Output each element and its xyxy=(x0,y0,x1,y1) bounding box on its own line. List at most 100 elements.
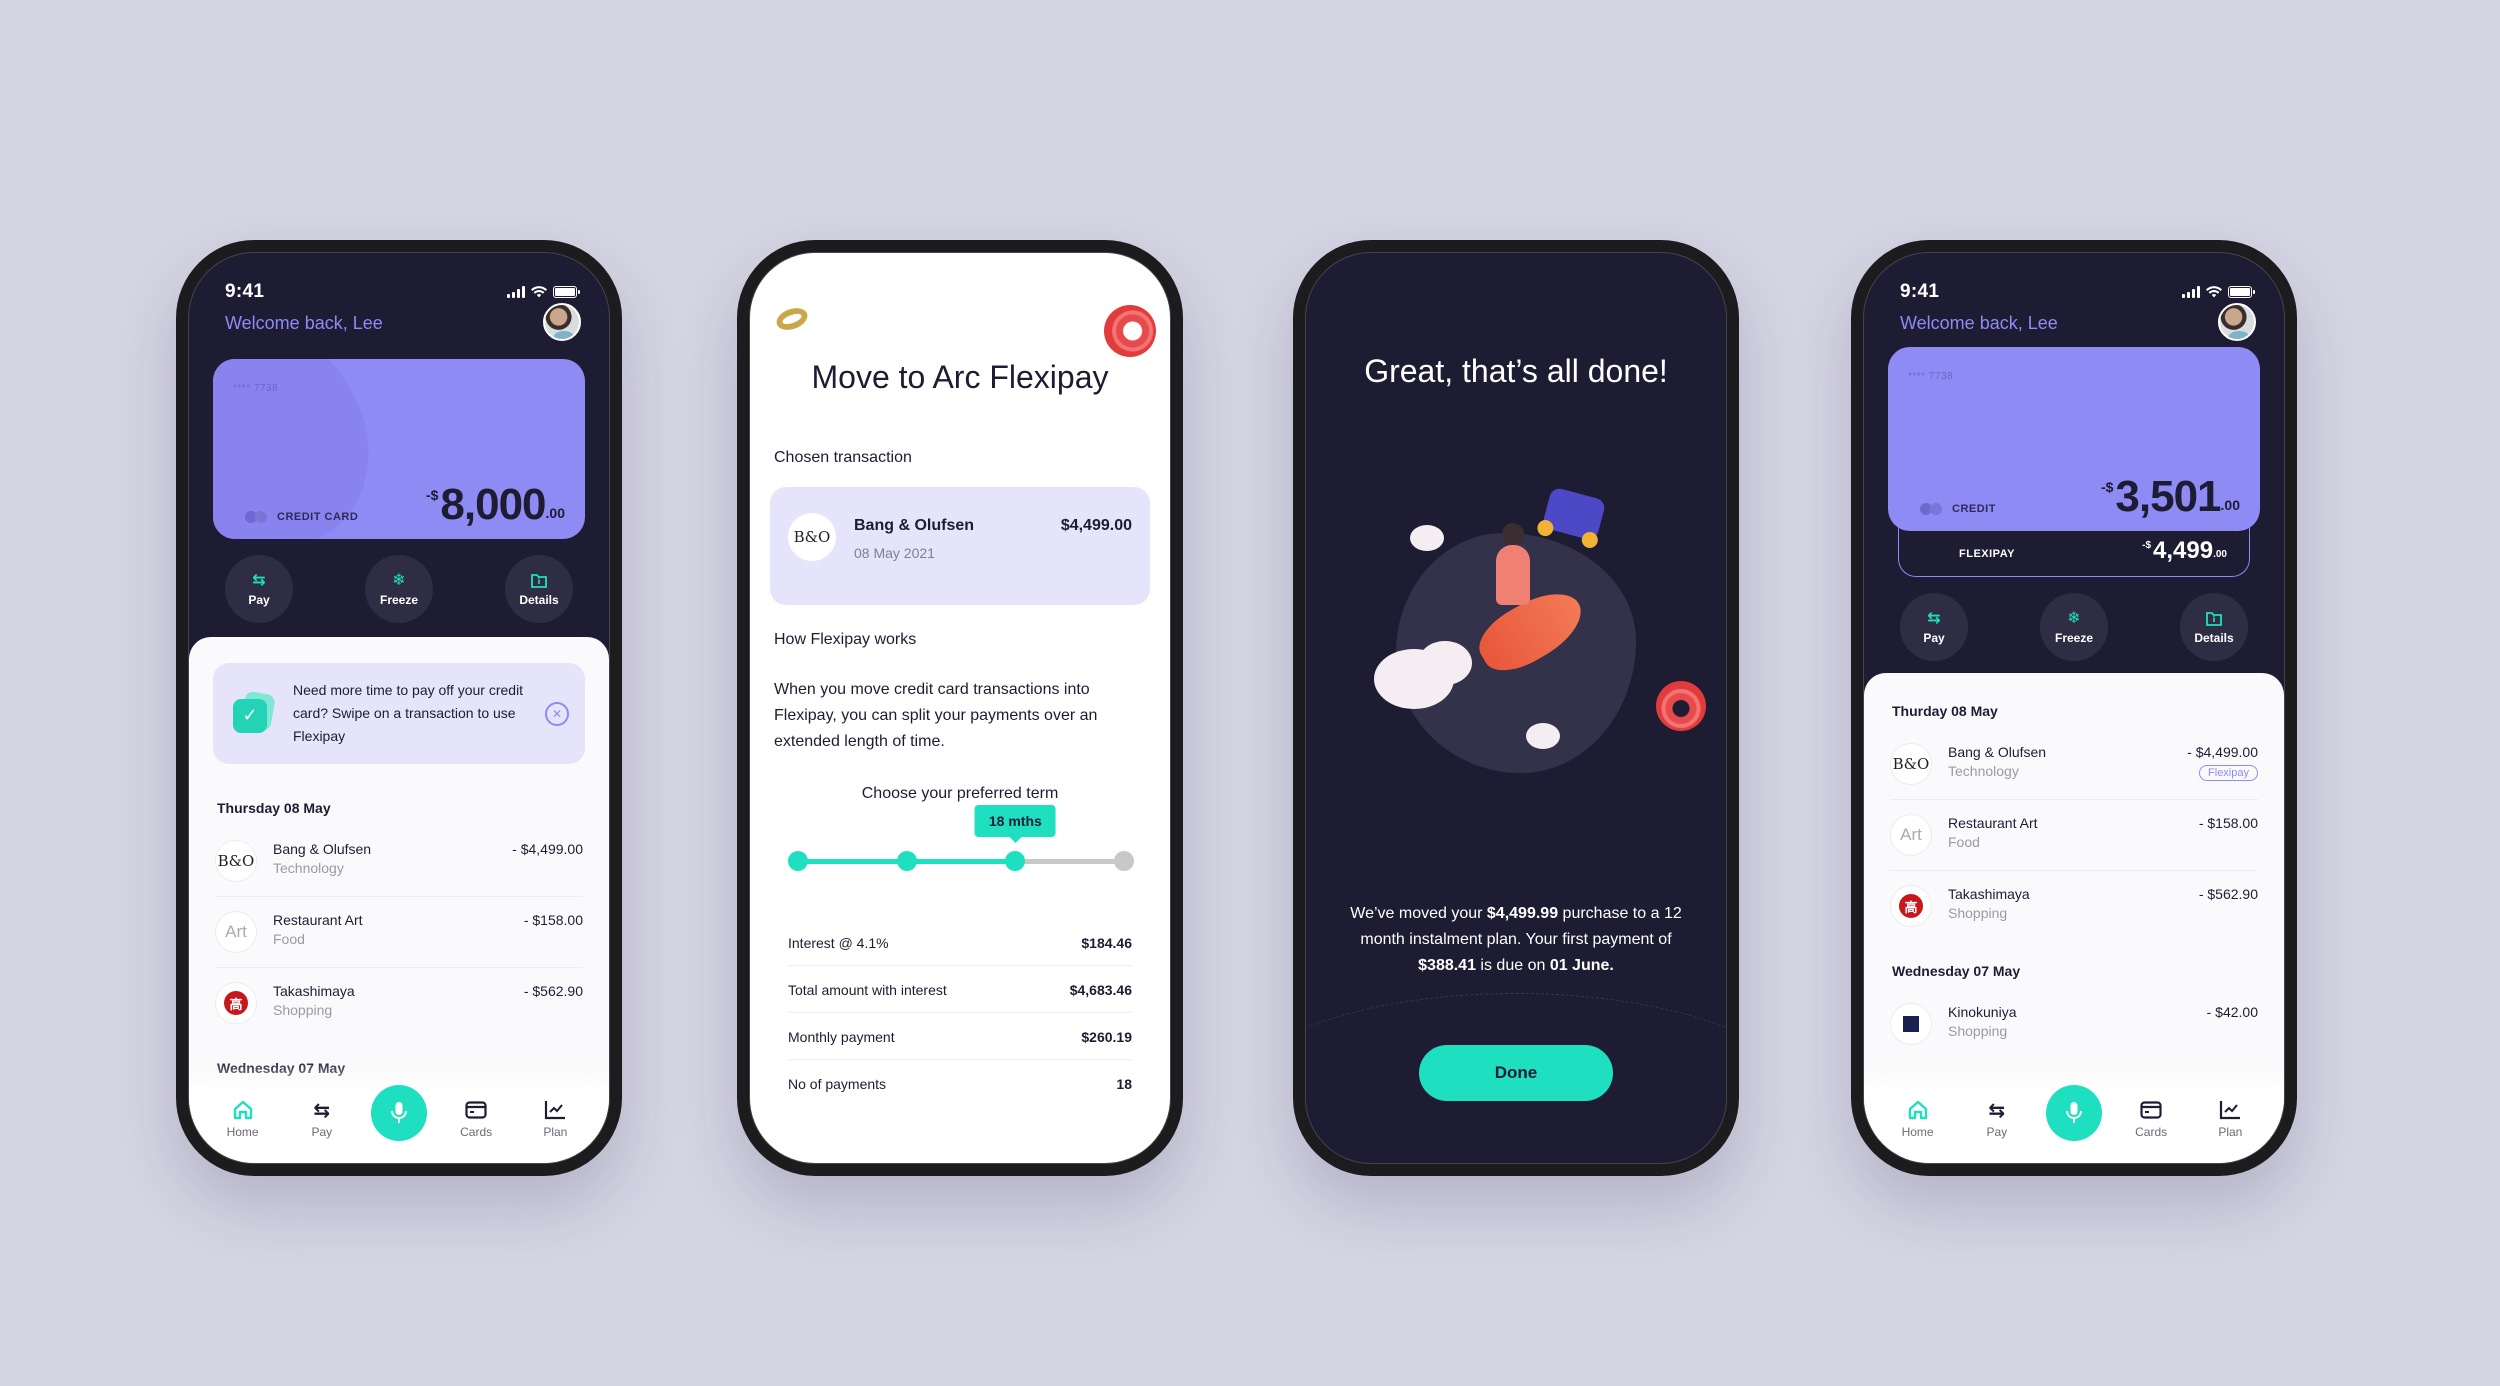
date-heading: Wednesday 07 May xyxy=(1892,963,2021,979)
red-spring-decoration xyxy=(1104,305,1156,357)
card-actions: ⇆ Pay ❄ Freeze Details xyxy=(1900,593,2248,661)
how-flexipay-works-text: When you move credit card transactions i… xyxy=(774,681,1098,750)
transaction-row[interactable]: B&O Bang & Olufsen Technology - $4,499.00… xyxy=(1890,729,2258,800)
transaction-row[interactable]: B&O Bang & Olufsen Technology - $4,499.00 xyxy=(215,826,583,897)
status-time: 9:41 xyxy=(1900,281,1940,302)
card-balance: -$ 8,000 .00 xyxy=(425,480,565,529)
home-icon xyxy=(232,1099,254,1121)
phone-flexipay: Move to Arc Flexipay Chosen transaction … xyxy=(737,240,1183,1176)
summary-row: No of payments 18 xyxy=(788,1076,1132,1092)
bang-olufsen-logo: B&O xyxy=(1890,743,1932,785)
nav-cards[interactable]: Cards xyxy=(2121,1093,2181,1139)
transfer-arrows-icon: ⇆ xyxy=(1988,1099,2006,1122)
chart-line-icon xyxy=(544,1099,566,1121)
freeze-button[interactable]: ❄ Freeze xyxy=(365,555,433,623)
card-number: **** 7738 xyxy=(1908,371,1954,382)
transaction-list: B&O Bang & Olufsen Technology - $4,499.00… xyxy=(189,826,609,1038)
restaurant-art-logo: Art xyxy=(1890,814,1932,856)
close-circle-icon[interactable]: ✕ xyxy=(545,701,569,726)
term-slider[interactable]: 18 mths xyxy=(788,805,1134,873)
date-heading: Thursday 08 May xyxy=(217,800,331,816)
takashimaya-logo: 高 xyxy=(1890,885,1932,927)
transaction-row[interactable]: 高 Takashimaya Shopping - $562.90 xyxy=(1890,871,2258,941)
voice-assistant-button[interactable] xyxy=(370,1085,427,1141)
bottom-nav: Home ⇆ Pay Cards Plan xyxy=(1864,1085,2284,1163)
status-bar: 9:41 xyxy=(1900,277,2255,307)
transaction-row[interactable]: Art Restaurant Art Food - $158.00 xyxy=(215,897,583,968)
wifi-icon xyxy=(531,286,547,298)
transaction-row[interactable]: Art Restaurant Art Food - $158.00 xyxy=(1890,800,2258,871)
details-button[interactable]: Details xyxy=(505,555,573,623)
slider-step-dot[interactable] xyxy=(896,851,917,871)
snowflake-icon: ❄ xyxy=(2067,609,2081,627)
date-heading: Thurday 08 May xyxy=(1892,703,1998,719)
card-network-icon xyxy=(1920,503,1942,515)
nav-home[interactable]: Home xyxy=(213,1093,273,1139)
welcome-text: Welcome back, Lee xyxy=(225,313,383,333)
microphone-icon xyxy=(2065,1102,2082,1123)
card-network-icon xyxy=(245,511,267,523)
avatar[interactable] xyxy=(2218,303,2256,341)
red-spring-decoration xyxy=(1656,681,1706,731)
snowflake-icon: ❄ xyxy=(392,571,406,589)
phone-home-before: 9:41 Welcome back, Lee **** 7738 CREDIT … xyxy=(176,240,622,1176)
screen: Move to Arc Flexipay Chosen transaction … xyxy=(749,252,1171,1164)
pay-button[interactable]: ⇆ Pay xyxy=(1900,593,1968,661)
screen: 9:41 Welcome back, Lee **** 7738 CREDIT … xyxy=(188,252,610,1164)
done-button[interactable]: Done xyxy=(1419,1045,1613,1101)
slider-step-dot[interactable] xyxy=(1005,851,1026,871)
chosen-transaction-card[interactable]: B&O Bang & Olufsen 08 May 2021 $4,499.00 xyxy=(770,487,1150,605)
credit-card[interactable]: **** 7738 CREDIT CARD -$ 8,000 .00 xyxy=(213,359,585,539)
date-heading: Wednesday 07 May xyxy=(217,1060,346,1076)
card-icon xyxy=(2140,1099,2162,1121)
nav-pay[interactable]: ⇆ Pay xyxy=(1967,1093,2027,1140)
slider-step-dot[interactable] xyxy=(788,851,808,871)
card-number: **** 7738 xyxy=(233,383,279,394)
battery-icon xyxy=(553,286,580,298)
status-bar: 9:41 xyxy=(225,277,580,307)
avatar[interactable] xyxy=(543,303,581,341)
slider-step-dot[interactable] xyxy=(1114,851,1134,871)
kinokuniya-logo xyxy=(1890,1003,1932,1045)
nav-plan[interactable]: Plan xyxy=(525,1093,585,1139)
voice-assistant-button[interactable] xyxy=(2045,1085,2102,1141)
freeze-button[interactable]: ❄ Freeze xyxy=(2040,593,2108,661)
gold-ring-decoration xyxy=(773,304,811,334)
transaction-row[interactable]: Kinokuniya Shopping - $42.00 xyxy=(1890,989,2258,1059)
transfer-arrows-icon: ⇆ xyxy=(252,571,266,589)
folder-info-icon xyxy=(531,572,547,590)
bang-olufsen-logo: B&O xyxy=(215,840,257,882)
screen: 9:41 Welcome back, Lee FLEXIPAY -$ 4,499… xyxy=(1863,252,2285,1164)
nav-pay[interactable]: ⇆ Pay xyxy=(292,1093,352,1140)
home-icon xyxy=(1907,1099,1929,1121)
phone-home-after: 9:41 Welcome back, Lee FLEXIPAY -$ 4,499… xyxy=(1851,240,2297,1176)
transaction-row[interactable]: 高 Takashimaya Shopping - $562.90 xyxy=(215,968,583,1038)
credit-card[interactable]: **** 7738 CREDIT -$ 3,501 .00 xyxy=(1888,347,2260,531)
pay-button[interactable]: ⇆ Pay xyxy=(225,555,293,623)
details-button[interactable]: Details xyxy=(2180,593,2248,661)
promo-text: Need more time to pay off your credit ca… xyxy=(293,682,524,744)
slider-value-tooltip: 18 mths xyxy=(974,805,1056,843)
term-label: Choose your preferred term xyxy=(861,785,1059,802)
flexipay-badge: Flexipay xyxy=(2199,765,2258,781)
summary-row: Interest @ 4.1% $184.46 xyxy=(788,919,1132,966)
battery-icon xyxy=(2228,286,2255,298)
welcome-text: Welcome back, Lee xyxy=(1900,313,2058,333)
nav-home[interactable]: Home xyxy=(1888,1093,1948,1139)
nav-cards[interactable]: Cards xyxy=(446,1093,506,1139)
nav-plan[interactable]: Plan xyxy=(2200,1093,2260,1139)
wifi-icon xyxy=(2206,286,2222,298)
confirmation-title: Great, that’s all done! xyxy=(1364,353,1668,389)
summary-row: Monthly payment $260.19 xyxy=(788,1013,1132,1060)
check-cards-icon: ✓ xyxy=(233,690,276,735)
confirmation-message: We’ve moved your $4,499.99 purchase to a… xyxy=(1350,905,1682,974)
how-flexipay-works-label: How Flexipay works xyxy=(774,631,917,648)
chart-line-icon xyxy=(2219,1099,2241,1121)
card-balance: -$ 3,501 .00 xyxy=(2100,472,2240,521)
card-type-label: CREDIT xyxy=(1952,503,1996,515)
summary-table: Interest @ 4.1% $184.46 Total amount with… xyxy=(788,919,1132,1106)
folder-info-icon xyxy=(2206,610,2222,628)
card-icon xyxy=(465,1099,487,1121)
flexipay-promo-banner[interactable]: ✓ Need more time to pay off your credit … xyxy=(213,663,585,764)
signal-icon xyxy=(507,286,525,298)
